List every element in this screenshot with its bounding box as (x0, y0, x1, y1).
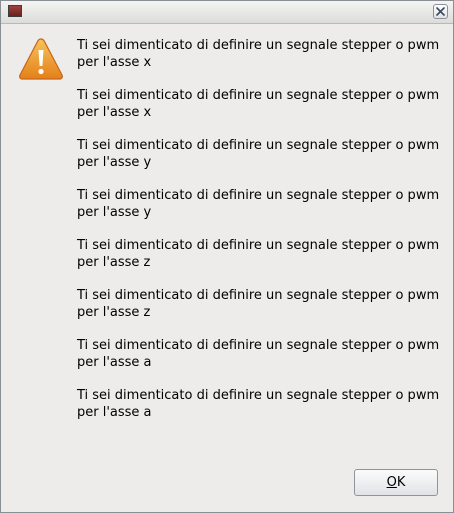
message-line: Ti sei dimenticato di definire un segnal… (77, 188, 440, 203)
message-line: Ti sei dimenticato di definire un segnal… (77, 38, 440, 53)
message-line: Ti sei dimenticato di definire un segnal… (77, 338, 440, 353)
message-item: Ti sei dimenticato di definire un segnal… (77, 387, 447, 421)
message-line: per l'asse x (77, 105, 152, 120)
message-item: Ti sei dimenticato di definire un segnal… (77, 287, 447, 321)
window-icon (8, 5, 22, 17)
ok-button[interactable]: OK (354, 469, 438, 496)
message-line: Ti sei dimenticato di definire un segnal… (77, 138, 440, 153)
message-item: Ti sei dimenticato di definire un segnal… (77, 137, 447, 171)
warning-icon (19, 38, 63, 80)
message-line: Ti sei dimenticato di definire un segnal… (77, 88, 440, 103)
message-line: per l'asse z (77, 305, 151, 320)
message-line: per l'asse y (77, 205, 152, 220)
message-item: Ti sei dimenticato di definire un segnal… (77, 87, 447, 121)
ok-label: K (396, 475, 406, 490)
message-line: Ti sei dimenticato di definire un segnal… (77, 288, 440, 303)
message-item: Ti sei dimenticato di definire un segnal… (77, 37, 447, 71)
title-bar[interactable] (1, 1, 453, 24)
message-line: per l'asse a (77, 355, 152, 370)
message-list: Ti sei dimenticato di definire un segnal… (77, 37, 447, 437)
message-item: Ti sei dimenticato di definire un segnal… (77, 187, 447, 221)
ok-mnemonic: O (386, 475, 397, 490)
message-line: Ti sei dimenticato di definire un segnal… (77, 238, 440, 253)
close-icon (436, 7, 445, 16)
message-line: Ti sei dimenticato di definire un segnal… (77, 388, 440, 403)
close-button[interactable] (433, 4, 448, 19)
message-item: Ti sei dimenticato di definire un segnal… (77, 337, 447, 371)
dialog-window: Ti sei dimenticato di definire un segnal… (0, 0, 454, 513)
message-line: per l'asse z (77, 255, 151, 270)
message-item: Ti sei dimenticato di definire un segnal… (77, 237, 447, 271)
message-line: per l'asse x (77, 55, 152, 70)
message-line: per l'asse a (77, 405, 152, 420)
message-line: per l'asse y (77, 155, 152, 170)
